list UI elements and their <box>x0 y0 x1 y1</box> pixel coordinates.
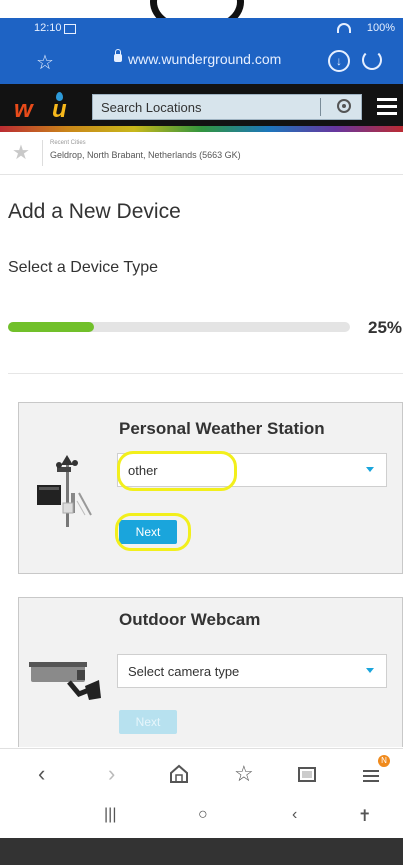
page-title: Add a New Device <box>8 200 181 223</box>
browser-bottom-nav: ‹ › ☆ N <box>0 748 403 799</box>
menu-lines-icon[interactable] <box>360 763 382 785</box>
recent-cities-label: Recent Cities <box>50 140 86 146</box>
progress-fill <box>8 322 94 332</box>
webcam-icon <box>29 662 101 700</box>
site-header: wu Search Locations <box>0 84 403 132</box>
lock-icon <box>114 49 122 62</box>
back-button-icon[interactable]: ‹ <box>292 806 297 824</box>
notification-badge: N <box>378 755 390 767</box>
personal-weather-station-card: Personal Weather Station other Next <box>18 402 403 574</box>
progress-percent: 25% <box>368 318 403 337</box>
status-bar: 12:10 100% <box>0 18 403 40</box>
outdoor-webcam-card: Outdoor Webcam Select camera type Next <box>18 597 403 747</box>
status-time: 12:10 <box>34 22 62 34</box>
location-target-icon[interactable] <box>337 99 351 113</box>
progress-bar <box>8 322 350 332</box>
back-arrow-icon[interactable]: ‹ <box>38 761 45 787</box>
accessibility-icon[interactable]: ✝ <box>358 806 371 826</box>
chevron-down-icon <box>366 467 374 472</box>
home-icon[interactable] <box>168 763 190 785</box>
search-placeholder: Search Locations <box>101 100 202 115</box>
wunderground-logo[interactable]: wu <box>14 92 80 124</box>
webcam-next-button[interactable]: Next <box>119 710 177 734</box>
chevron-down-icon <box>366 668 374 673</box>
forward-arrow-icon[interactable]: › <box>108 761 115 787</box>
system-nav-bar: ||| ○ ‹ ✝ <box>0 798 403 838</box>
url-bar[interactable]: www.wunderground.com <box>128 51 281 67</box>
camera-select-value: Select camera type <box>128 664 240 679</box>
top-decoration <box>0 0 403 18</box>
favorite-star-icon[interactable]: ★ <box>12 140 30 165</box>
camera-type-select[interactable]: Select camera type <box>117 654 387 688</box>
section-subtitle: Select a Device Type <box>8 259 159 276</box>
weather-station-icon <box>37 455 92 527</box>
recent-city-link[interactable]: Geldrop, North Brabant, Netherlands (566… <box>50 150 241 160</box>
download-icon[interactable]: ↓ <box>328 50 350 72</box>
search-input[interactable]: Search Locations <box>92 94 362 120</box>
screenshot-icon <box>64 24 76 34</box>
tabs-icon[interactable] <box>296 763 318 785</box>
recent-cities-bar: ★ Recent Cities Geldrop, North Brabant, … <box>0 132 403 175</box>
webcam-card-title: Outdoor Webcam <box>119 610 261 629</box>
bottom-bezel <box>0 838 403 865</box>
highlight-annotation-select <box>117 451 237 491</box>
battery-text: 100% <box>366 22 395 34</box>
pws-card-title: Personal Weather Station <box>119 419 325 438</box>
highlight-annotation-next <box>115 513 191 551</box>
wifi-icon <box>337 23 351 33</box>
bookmark-star-icon[interactable]: ☆ <box>36 50 54 75</box>
home-button-icon[interactable]: ○ <box>198 806 208 824</box>
hamburger-menu-icon[interactable] <box>377 98 397 116</box>
recent-apps-icon[interactable]: ||| <box>104 806 116 824</box>
browser-toolbar: ☆ www.wunderground.com ↓ <box>0 40 403 84</box>
reload-icon[interactable] <box>362 50 382 70</box>
bookmarks-star-icon[interactable]: ☆ <box>234 761 254 787</box>
divider <box>8 373 403 374</box>
